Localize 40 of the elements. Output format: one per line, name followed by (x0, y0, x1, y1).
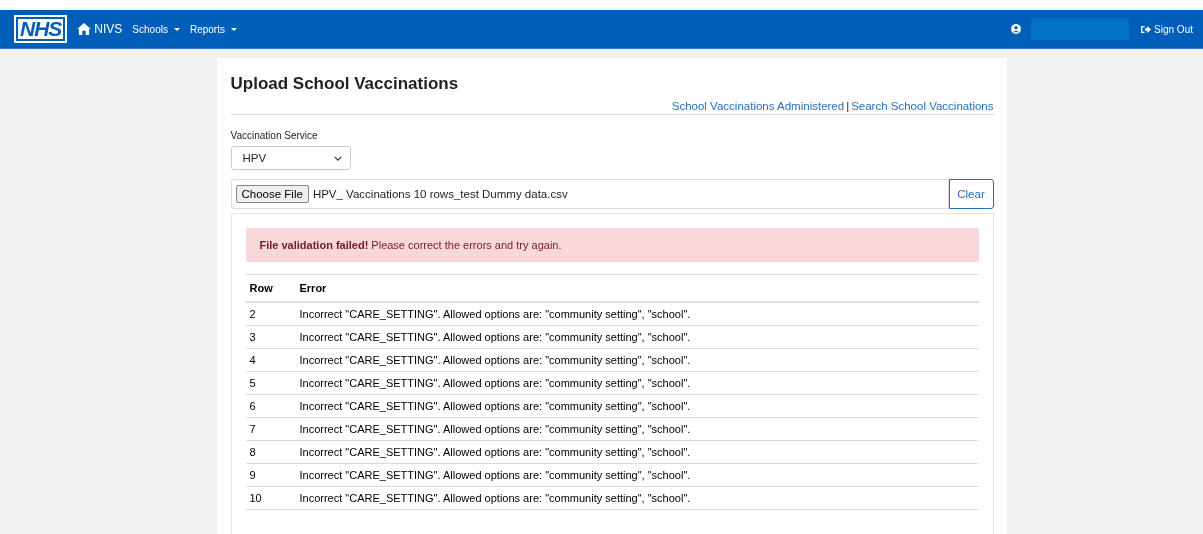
nav-menu[interactable]: Reports (189, 23, 237, 35)
file-input[interactable]: Choose File HPV_ Vaccinations 10 rows_test Dummy data.csv (230, 179, 949, 209)
home-icon (77, 23, 92, 35)
table-cell: 3 (245, 325, 296, 349)
table-cell: Incorrect "CARE_SETTING". Allowed options are: "community setting", "school". (295, 486, 979, 510)
column-header: Row (245, 274, 296, 302)
sign-out-icon (1141, 24, 1152, 34)
table-cell: 9 (245, 463, 296, 487)
nhs-logo[interactable]: NHS (16, 17, 66, 41)
page-title: Upload School Vaccinations (230, 74, 460, 94)
table-cell: 10 (245, 486, 296, 510)
table-cell: 8 (245, 440, 296, 464)
nav-menu[interactable]: Schools (132, 23, 180, 35)
sign-out-link[interactable]: Sign Out (1141, 23, 1193, 35)
table-cell: Incorrect "CARE_SETTING". Allowed options are: "community setting", "school". (295, 325, 979, 349)
page-link[interactable]: School Vaccinations Administered (671, 100, 845, 112)
table-cell: 2 (245, 302, 296, 326)
table-cell: Incorrect "CARE_SETTING". Allowed options are: "community setting", "school". (295, 440, 979, 464)
user-icon (1011, 24, 1022, 34)
chevron-icon (333, 155, 342, 161)
error-alert: File validation failed! Please correct the errors and try again. (245, 228, 979, 262)
table-cell: Incorrect "CARE_SETTING". Allowed options are: "community setting", "school". (295, 417, 979, 441)
brand-link[interactable]: NIVS (77, 22, 123, 36)
page-link[interactable]: Search School Vaccinations (851, 100, 994, 112)
column-header: Error (295, 274, 979, 302)
file-name: HPV_ Vaccinations 10 rows_test Dummy data.csv (312, 188, 568, 200)
table-cell: Incorrect "CARE_SETTING". Allowed options are: "community setting", "school". (295, 302, 979, 326)
field-label: Vaccination Service (230, 130, 319, 141)
table-cell: 6 (245, 394, 296, 418)
service-select[interactable]: HPV (230, 146, 351, 170)
link-separator: | (846, 100, 850, 112)
table-cell: Incorrect "CARE_SETTING". Allowed options are: "community setting", "school". (295, 371, 979, 395)
clear-button[interactable]: Clear (948, 179, 994, 209)
table-cell: Incorrect "CARE_SETTING". Allowed options are: "community setting", "school". (295, 348, 979, 372)
table-cell: 7 (245, 417, 296, 441)
table-cell: Incorrect "CARE_SETTING". Allowed options are: "community setting", "school". (295, 463, 979, 487)
table-cell: Incorrect "CARE_SETTING". Allowed options are: "community setting", "school". (295, 394, 979, 418)
table-cell: 4 (245, 348, 296, 372)
choose-file-button[interactable]: Choose File (235, 185, 309, 203)
table-cell: 5 (245, 371, 296, 395)
